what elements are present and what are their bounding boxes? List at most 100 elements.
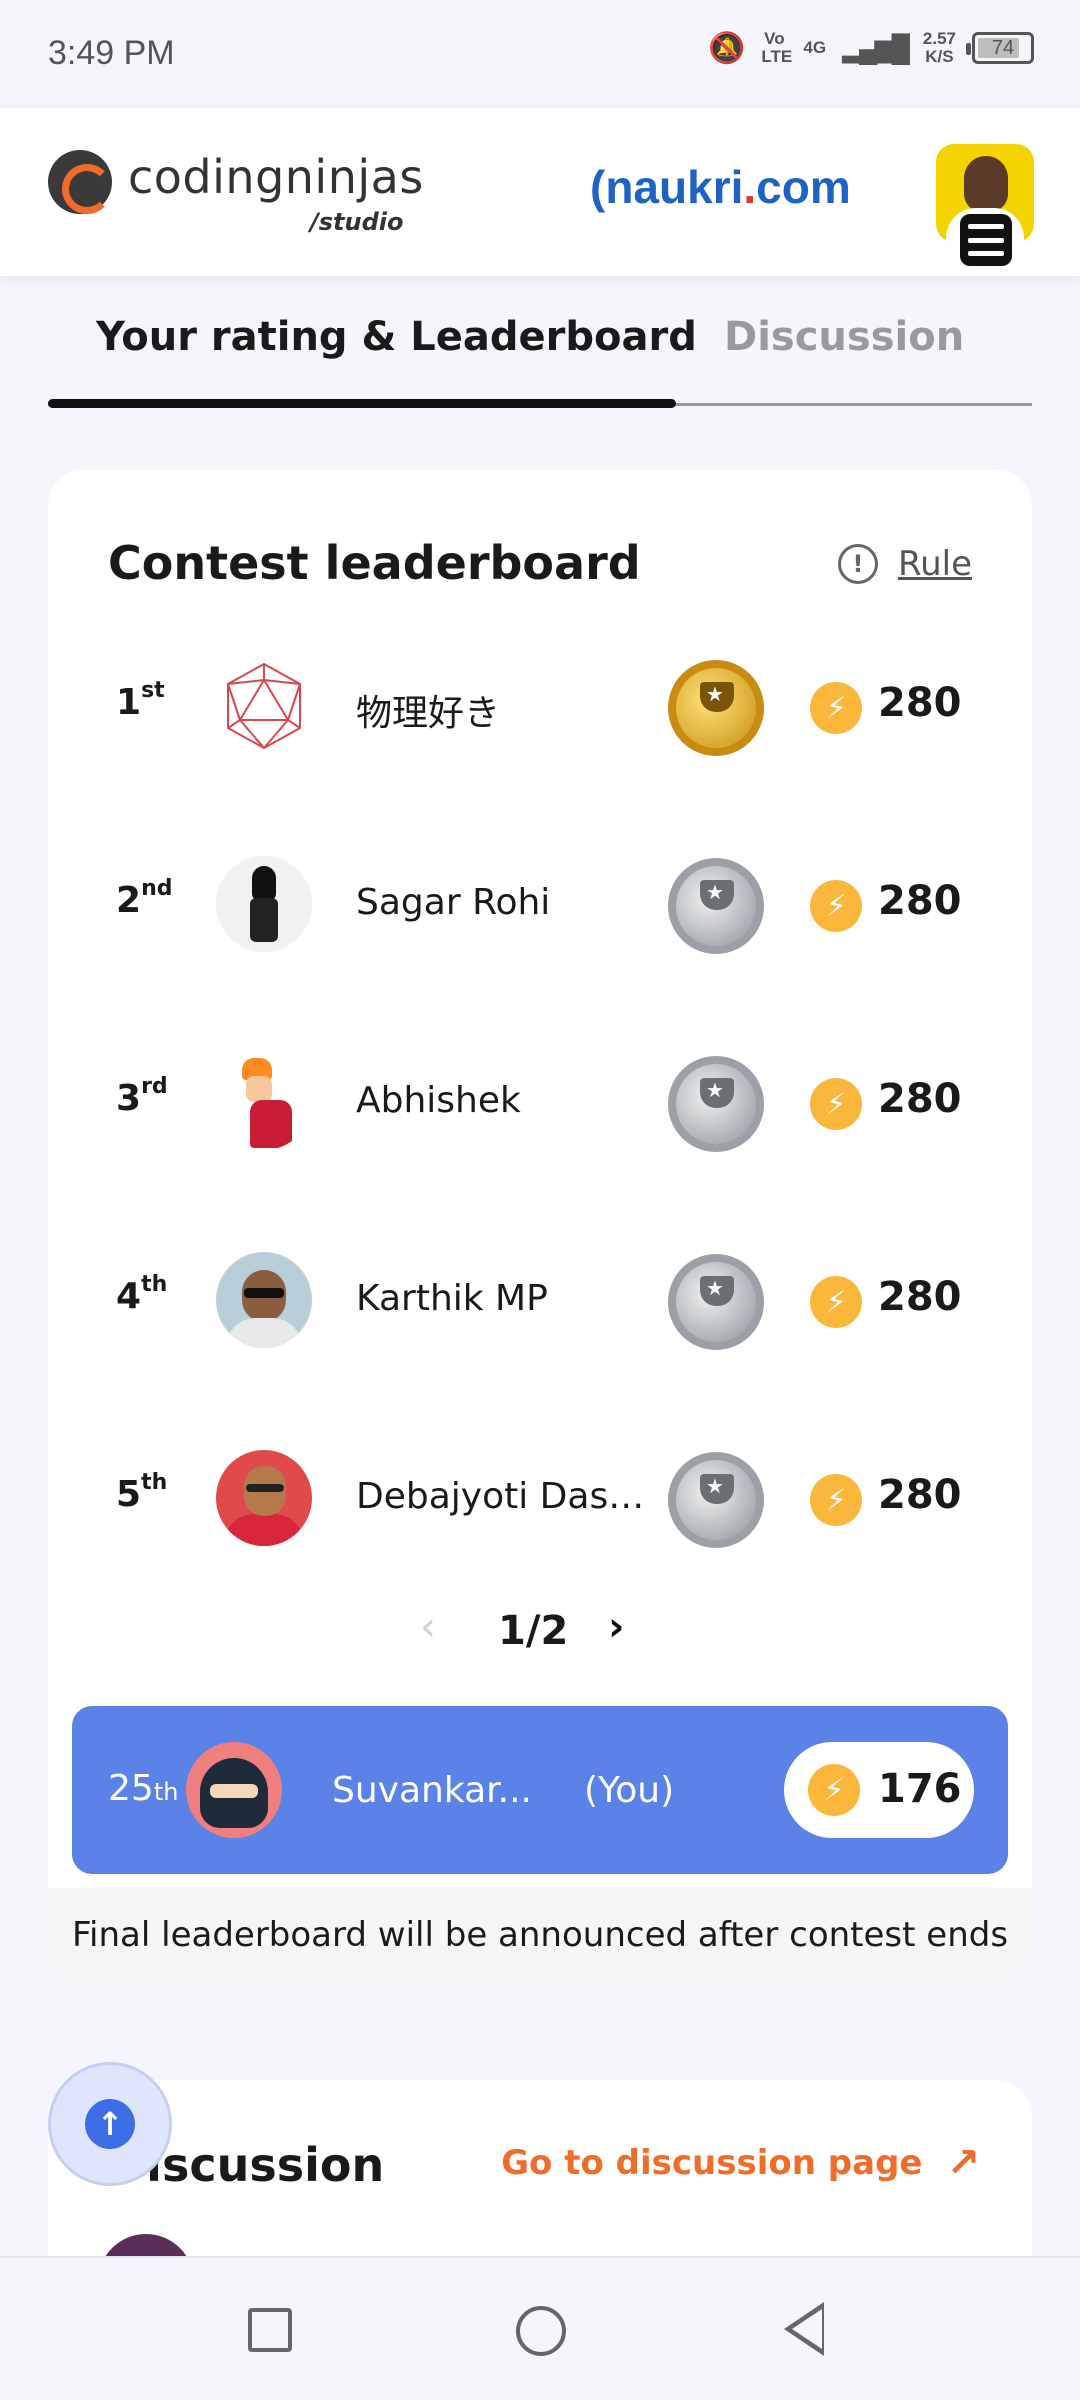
lightning-coin-icon: ⚡ [810, 682, 862, 734]
user-avatar [216, 1252, 312, 1348]
rank-suffix: nd [141, 876, 173, 901]
battery-level: 74 [991, 36, 1015, 59]
my-rank-number: 25 [108, 1768, 154, 1809]
rank-suffix: rd [141, 1074, 168, 1099]
rank-number: 3 [116, 1078, 142, 1119]
avatar-face [964, 156, 1008, 212]
speed-unit: K/S [925, 47, 954, 66]
user-name: 物理好き [356, 693, 501, 734]
system-nav-bar [0, 2256, 1080, 2400]
user-avatar [216, 1054, 312, 1150]
my-avatar [186, 1742, 282, 1838]
my-score-pill: ⚡ 176 [784, 1742, 974, 1838]
status-bar: 3:49 PM 🔕 Vo LTE 4G ▂▄▆█ 2.57 K/S 74 [0, 0, 1080, 108]
naukri-swoosh-icon: ( [590, 161, 606, 213]
rank-number: 1 [116, 682, 142, 723]
naukri-dot: . [743, 161, 757, 213]
rank-label: 1st [116, 678, 165, 723]
user-name: Sagar Rohi [356, 882, 551, 923]
leaderboard-row[interactable]: 1st 物理好き ★ ⚡ 280 [48, 652, 1032, 762]
rank-suffix: th [141, 1470, 168, 1495]
user-avatar [216, 856, 312, 952]
user-score: 280 [878, 1076, 962, 1122]
brand-subtitle: /studio [310, 208, 404, 236]
silver-trophy-icon: ★ [668, 1452, 764, 1548]
leaderboard-row[interactable]: 5th Debajyoti Dasg... ★ ⚡ 280 [48, 1444, 1032, 1554]
speed-indicator: 2.57 K/S [923, 30, 956, 66]
rank-label: 4th [116, 1272, 167, 1317]
network-4g-label: 4G [803, 38, 827, 57]
silver-trophy-icon: ★ [668, 1254, 764, 1350]
you-label: (You) [584, 1770, 675, 1811]
my-name: Suvankar... [332, 1770, 532, 1811]
signal-icon: ▂▄▆█ [842, 32, 910, 63]
info-icon: ! [837, 544, 878, 584]
home-icon[interactable] [516, 2306, 566, 2356]
app-header: codingninjas /studio (naukri.com [0, 108, 1080, 276]
rank-label: 5th [116, 1470, 167, 1515]
lightning-coin-icon: ⚡ [810, 880, 862, 932]
rank-number: 4 [116, 1276, 142, 1317]
user-score: 280 [878, 1274, 962, 1320]
lightning-coin-icon: ⚡ [808, 1764, 860, 1816]
hamburger-menu-icon[interactable] [960, 214, 1012, 266]
scroll-to-top-button[interactable]: ↑ [48, 2062, 172, 2186]
status-time: 3:49 PM [48, 34, 175, 72]
tab-bar: Your rating & Leaderboard Discussion [48, 290, 1032, 408]
user-name: Debajyoti Dasg... [356, 1476, 646, 1517]
chevron-right-icon[interactable]: › [608, 1604, 624, 1650]
tab-rating-leaderboard[interactable]: Your rating & Leaderboard [96, 314, 697, 360]
user-score: 280 [878, 878, 962, 924]
arrow-up-icon: ↑ [85, 2099, 135, 2149]
leaderboard-title: Contest leaderboard [108, 536, 641, 590]
rank-label: 2nd [116, 876, 172, 921]
speed-value: 2.57 [922, 29, 956, 48]
rank-label: 3rd [116, 1074, 168, 1119]
user-avatar [216, 658, 312, 754]
leaderboard-row[interactable]: 2nd Sagar Rohi ★ ⚡ 280 [48, 850, 1032, 960]
naukri-logo: (naukri.com [590, 160, 851, 214]
tab-discussion[interactable]: Discussion [724, 314, 964, 360]
back-icon[interactable] [784, 2302, 824, 2356]
recent-apps-icon[interactable] [248, 2308, 292, 2352]
leaderboard-card: Contest leaderboard ! Rule 1st 物理好き ★ ⚡ [48, 470, 1032, 1982]
my-rank-suffix: th [153, 1778, 179, 1806]
chevron-left-icon[interactable]: ‹ [420, 1604, 436, 1650]
icosahedron-icon [227, 662, 301, 750]
bell-off-icon: 🔕 [708, 31, 746, 65]
pagination: ‹ 1/2 › [48, 1600, 1032, 1660]
user-name: Abhishek [356, 1080, 521, 1121]
discussion-link-label[interactable]: Go to discussion page [501, 2143, 922, 2183]
lightning-coin-icon: ⚡ [810, 1276, 862, 1328]
rank-number: 5 [116, 1474, 142, 1515]
leaderboard-row[interactable]: 3rd Abhishek ★ ⚡ 280 [48, 1048, 1032, 1158]
my-rank-row[interactable]: 25th Suvankar... (You) ⚡ 176 [72, 1706, 1008, 1874]
go-to-discussion-link[interactable]: Go to discussion page ↗ [501, 2140, 980, 2186]
rank-suffix: st [141, 678, 165, 703]
brand-name-part2: ninjas [284, 150, 424, 204]
rank-suffix: th [141, 1272, 168, 1297]
lightning-coin-icon: ⚡ [810, 1474, 862, 1526]
brand-name-part1: coding [128, 150, 285, 204]
user-score: 280 [878, 1472, 962, 1518]
my-rank-label: 25th [108, 1768, 178, 1809]
arrow-up-right-icon[interactable]: ↗ [946, 2140, 980, 2186]
user-score: 280 [878, 680, 962, 726]
rule-link[interactable]: ! Rule [837, 544, 972, 584]
naukri-prefix: naukri [605, 161, 744, 213]
lte-indicator: Vo LTE [761, 29, 793, 66]
leaderboard-row[interactable]: 4th Karthik MP ★ ⚡ 280 [48, 1246, 1032, 1356]
silver-trophy-icon: ★ [668, 858, 764, 954]
rank-number: 2 [116, 880, 142, 921]
brand-name[interactable]: codingninjas [128, 150, 424, 204]
final-leaderboard-note: Final leaderboard will be announced afte… [48, 1888, 1032, 1982]
user-name: Karthik MP [356, 1278, 548, 1319]
silver-trophy-icon: ★ [668, 1056, 764, 1152]
codingninjas-logo-icon[interactable] [48, 150, 112, 214]
lightning-coin-icon: ⚡ [810, 1078, 862, 1130]
battery-icon: 74 [966, 32, 1034, 64]
rule-label[interactable]: Rule [898, 544, 972, 584]
my-score: 176 [878, 1766, 962, 1812]
user-avatar [216, 1450, 312, 1546]
status-icons: 🔕 Vo LTE 4G ▂▄▆█ 2.57 K/S 74 [708, 30, 1034, 66]
